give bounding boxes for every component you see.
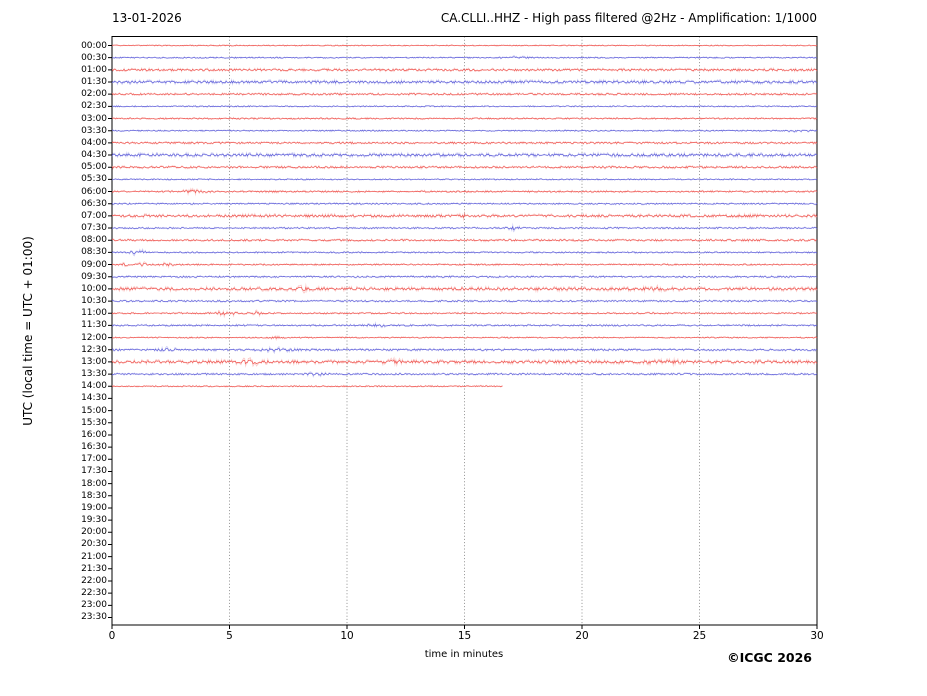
helicorder-figure: 13-01-2026 CA.CLLI..HHZ - High pass filt… (0, 0, 927, 696)
y-tick-label: 22:00 (67, 576, 107, 586)
x-tick-label: 15 (445, 630, 485, 642)
y-tick-label: 07:00 (67, 211, 107, 221)
copyright-text: ©ICGC 2026 (727, 650, 812, 665)
x-axis-label: time in minutes (314, 649, 614, 660)
y-tick-label: 13:30 (67, 369, 107, 379)
y-tick-label: 04:00 (67, 138, 107, 148)
y-tick-label: 09:30 (67, 272, 107, 282)
x-tick-label: 0 (92, 630, 132, 642)
y-tick-label: 16:30 (67, 442, 107, 452)
x-tick-label: 10 (327, 630, 367, 642)
y-tick-label: 02:30 (67, 101, 107, 111)
y-tick-label: 08:00 (67, 235, 107, 245)
x-tick-label: 30 (797, 630, 837, 642)
x-tick-label: 20 (562, 630, 602, 642)
y-tick-label: 12:00 (67, 333, 107, 343)
y-tick-label: 09:00 (67, 260, 107, 270)
y-tick-label: 17:00 (67, 454, 107, 464)
y-tick-label: 23:00 (67, 600, 107, 610)
y-tick-label: 08:30 (67, 247, 107, 257)
y-tick-label: 11:00 (67, 308, 107, 318)
y-tick-label: 02:00 (67, 89, 107, 99)
y-tick-label: 15:00 (67, 406, 107, 416)
y-tick-label: 14:30 (67, 393, 107, 403)
y-tick-label: 03:30 (67, 126, 107, 136)
y-tick-label: 01:30 (67, 77, 107, 87)
x-tick-label: 25 (680, 630, 720, 642)
y-tick-label: 13:00 (67, 357, 107, 367)
plot-title: CA.CLLI..HHZ - High pass filtered @2Hz -… (441, 11, 817, 26)
y-tick-label: 00:30 (67, 53, 107, 63)
y-tick-label: 19:30 (67, 515, 107, 525)
y-tick-label: 21:00 (67, 552, 107, 562)
y-tick-label: 21:30 (67, 564, 107, 574)
y-tick-label: 23:30 (67, 612, 107, 622)
y-tick-label: 01:00 (67, 65, 107, 75)
y-tick-label: 10:30 (67, 296, 107, 306)
y-tick-label: 03:00 (67, 114, 107, 124)
y-tick-label: 17:30 (67, 466, 107, 476)
y-tick-label: 18:30 (67, 491, 107, 501)
y-tick-label: 06:30 (67, 199, 107, 209)
x-tick-label: 5 (210, 630, 250, 642)
y-tick-label: 11:30 (67, 320, 107, 330)
y-tick-label: 07:30 (67, 223, 107, 233)
y-tick-label: 16:00 (67, 430, 107, 440)
y-tick-label: 20:00 (67, 527, 107, 537)
y-axis-label: UTC (local time = UTC + 01:00) (21, 206, 35, 456)
y-tick-label: 04:30 (67, 150, 107, 160)
y-tick-label: 22:30 (67, 588, 107, 598)
y-tick-label: 00:00 (67, 41, 107, 51)
y-tick-label: 15:30 (67, 418, 107, 428)
helicorder-canvas (0, 0, 927, 696)
y-tick-label: 05:00 (67, 162, 107, 172)
y-tick-label: 06:00 (67, 187, 107, 197)
y-tick-label: 10:00 (67, 284, 107, 294)
plot-date: 13-01-2026 (112, 11, 182, 26)
y-tick-label: 19:00 (67, 503, 107, 513)
y-tick-label: 12:30 (67, 345, 107, 355)
y-tick-label: 20:30 (67, 539, 107, 549)
y-tick-label: 14:00 (67, 381, 107, 391)
y-tick-label: 05:30 (67, 174, 107, 184)
y-tick-label: 18:00 (67, 479, 107, 489)
